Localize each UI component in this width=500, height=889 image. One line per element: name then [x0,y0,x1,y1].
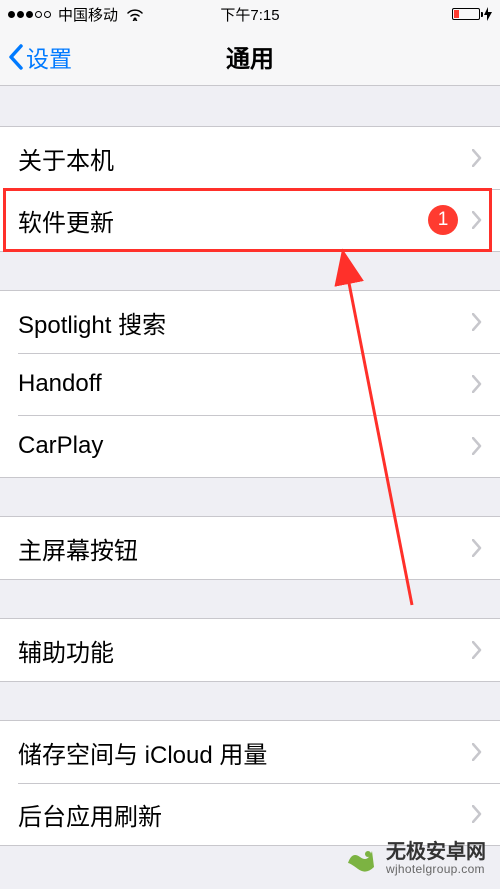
status-bar: 中国移动 下午7:15 [0,0,500,28]
row-storage-icloud[interactable]: 储存空间与 iCloud 用量 [0,721,500,783]
charging-icon [484,7,492,21]
settings-group-5: 储存空间与 iCloud 用量 后台应用刷新 [0,720,500,846]
watermark: 无极安卓网 wjhotelgroup.com [342,841,486,877]
row-spotlight[interactable]: Spotlight 搜索 [0,291,500,353]
back-button[interactable]: 设置 [0,40,72,74]
wifi-icon [126,8,144,21]
row-background-refresh[interactable]: 后台应用刷新 [0,783,500,845]
battery-icon [452,8,480,20]
watermark-url: wjhotelgroup.com [386,863,485,876]
status-right [452,7,492,21]
chevron-right-icon [472,149,482,167]
row-label: Spotlight 搜索 [18,305,472,340]
settings-group-2: Spotlight 搜索 Handoff CarPlay [0,290,500,478]
chevron-right-icon [472,743,482,761]
settings-group-4: 辅助功能 [0,618,500,682]
settings-group-1: 关于本机 软件更新 1 [0,126,500,252]
chevron-right-icon [472,375,482,393]
notification-badge: 1 [428,205,458,235]
row-label: Handoff [18,370,472,398]
row-label: 辅助功能 [18,633,472,668]
page-title: 通用 [226,39,274,74]
row-about[interactable]: 关于本机 [0,127,500,189]
chevron-left-icon [8,44,24,70]
chevron-right-icon [472,437,482,455]
carrier-label: 中国移动 [58,4,118,25]
row-accessibility[interactable]: 辅助功能 [0,619,500,681]
chevron-right-icon [472,641,482,659]
chevron-right-icon [472,211,482,229]
watermark-title: 无极安卓网 [386,841,486,863]
status-left: 中国移动 [8,4,144,25]
status-time: 下午7:15 [220,4,279,25]
chevron-right-icon [472,539,482,557]
watermark-logo-icon [342,841,378,877]
row-software-update[interactable]: 软件更新 1 [0,189,500,251]
row-label: CarPlay [18,432,472,460]
row-label: 主屏幕按钮 [18,531,472,566]
row-home-button[interactable]: 主屏幕按钮 [0,517,500,579]
settings-group-3: 主屏幕按钮 [0,516,500,580]
row-label: 后台应用刷新 [18,797,472,832]
chevron-right-icon [472,805,482,823]
back-label: 设置 [26,40,72,74]
row-carplay[interactable]: CarPlay [0,415,500,477]
chevron-right-icon [472,313,482,331]
navigation-bar: 设置 通用 [0,28,500,86]
row-handoff[interactable]: Handoff [0,353,500,415]
signal-strength-icon [8,11,51,18]
row-label: 软件更新 [18,203,428,238]
row-label: 关于本机 [18,141,472,176]
row-label: 储存空间与 iCloud 用量 [18,735,472,770]
